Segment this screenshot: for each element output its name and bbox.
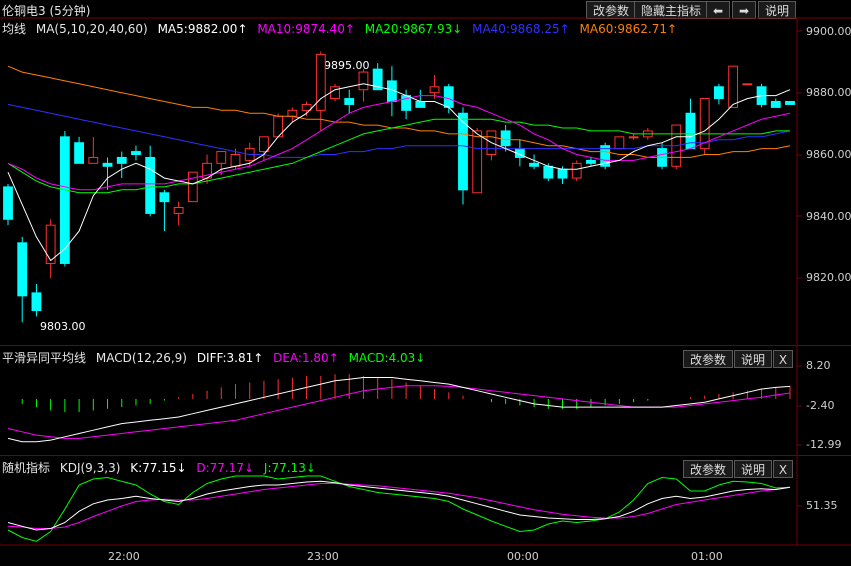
chart-canvas xyxy=(0,17,851,546)
candle-body xyxy=(31,292,42,312)
candle-body xyxy=(543,165,554,179)
candle-body xyxy=(415,101,426,108)
candle-body xyxy=(330,86,340,100)
candle-body xyxy=(159,192,170,203)
candle-body xyxy=(529,162,539,167)
candle-body xyxy=(742,83,753,86)
candle-body xyxy=(344,98,355,105)
candle-body xyxy=(472,130,483,194)
candle-body xyxy=(443,86,454,108)
candle-body xyxy=(17,242,28,297)
candle-body xyxy=(358,71,369,91)
diff-line xyxy=(7,377,791,443)
candle-body xyxy=(614,136,625,150)
candle-body xyxy=(287,109,298,117)
candle-body xyxy=(770,101,781,108)
candle-body xyxy=(131,151,141,156)
candle-body xyxy=(116,156,127,164)
candle-body xyxy=(429,86,440,94)
candle-body xyxy=(230,154,241,167)
kdj-j-line xyxy=(7,475,791,542)
candle-body xyxy=(785,101,795,105)
candle-body xyxy=(187,171,198,203)
candle-body xyxy=(102,162,113,167)
candle-body xyxy=(88,156,99,164)
ma5-line xyxy=(7,83,791,262)
candle-body xyxy=(628,136,639,139)
candle-body xyxy=(714,86,724,100)
candle-body xyxy=(3,186,13,220)
candle-body xyxy=(145,156,156,214)
candle-body xyxy=(557,168,568,179)
candle-body xyxy=(571,162,582,179)
candle-body xyxy=(74,142,84,164)
candle-body xyxy=(216,151,227,164)
candle-body xyxy=(500,130,511,147)
candle-body xyxy=(173,207,184,214)
candle-body xyxy=(259,136,269,153)
dea-line xyxy=(7,385,791,439)
candle-body xyxy=(728,65,739,108)
candle-body xyxy=(586,159,596,164)
